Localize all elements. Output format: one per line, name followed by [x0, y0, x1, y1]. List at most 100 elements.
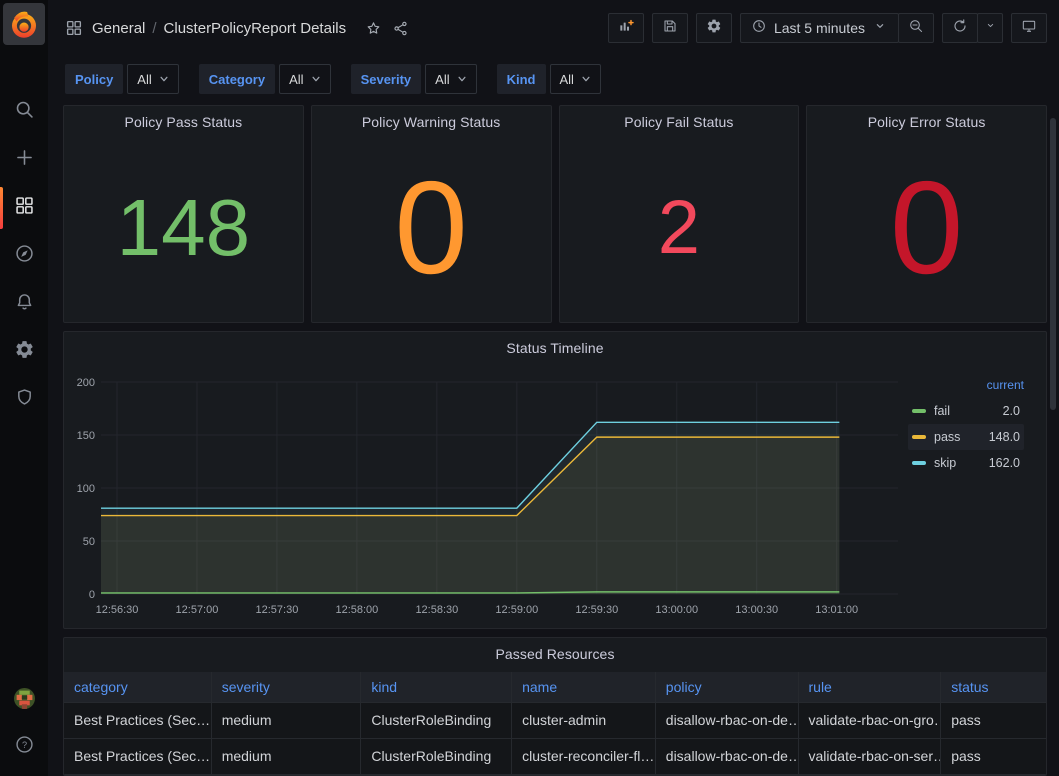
share-icon[interactable] — [392, 20, 409, 37]
sidebar-bottom: ? — [0, 678, 48, 770]
x-axis-tick: 12:57:00 — [176, 604, 219, 616]
sidebar-item-create[interactable] — [0, 136, 48, 184]
x-axis-tick: 13:00:30 — [735, 604, 778, 616]
time-range-label: Last 5 minutes — [774, 20, 865, 36]
stat-panel-2: Policy Fail Status2 — [559, 105, 800, 323]
grafana-logo-button[interactable] — [0, 0, 48, 48]
y-axis-tick: 0 — [89, 589, 95, 601]
zoom-out-time-button[interactable] — [898, 13, 934, 43]
page-scrollbar-thumb[interactable] — [1050, 118, 1056, 410]
compass-icon — [14, 243, 35, 269]
clock-icon — [751, 18, 767, 39]
table-header-cell-status[interactable]: status — [941, 672, 1046, 702]
stat-panel-3: Policy Error Status 0 — [806, 105, 1047, 323]
search-icon — [14, 99, 35, 125]
refresh-interval-dropdown[interactable] — [977, 13, 1003, 43]
filter-group-category: CategoryAll — [199, 64, 331, 94]
table-header-cell-severity[interactable]: severity — [212, 672, 362, 702]
table-header-cell-kind[interactable]: kind — [361, 672, 512, 702]
table-cell: cluster-reconciler-fl… — [512, 739, 656, 774]
sidebar-item-dashboards[interactable] — [0, 184, 48, 232]
sidebar-item-server-admin[interactable] — [0, 376, 48, 424]
filter-label: Policy — [65, 64, 123, 94]
page-header: General / ClusterPolicyReport Details — [48, 0, 1059, 56]
table-header-cell-policy[interactable]: policy — [656, 672, 799, 702]
table-header-cell-name[interactable]: name — [512, 672, 656, 702]
refresh-group — [942, 13, 1003, 43]
filter-group-severity: SeverityAll — [351, 64, 477, 94]
legend-series-name: pass — [934, 430, 960, 444]
filter-value-dropdown[interactable]: All — [279, 64, 330, 94]
page-title: ClusterPolicyReport Details — [164, 20, 347, 37]
filter-group-kind: KindAll — [497, 64, 601, 94]
breadcrumb-folder[interactable]: General — [92, 20, 145, 37]
table-cell: cluster-admin — [512, 703, 656, 738]
table-row: Best Practices (Sec…mediumClusterRoleBin… — [64, 738, 1046, 774]
stat-value: 148 — [64, 134, 303, 322]
legend-value-header[interactable]: current — [908, 378, 1024, 392]
star-icon[interactable] — [365, 20, 382, 37]
table-cell: validate-rbac-on-ser… — [799, 739, 942, 774]
filter-label: Category — [199, 64, 275, 94]
panel-title: Status Timeline — [64, 332, 1046, 356]
y-axis-tick: 150 — [77, 430, 95, 442]
timeline-chart: 05010015020012:56:3012:57:0012:57:3012:5… — [72, 366, 908, 626]
status-timeline-panel: Status Timeline 05010015020012:56:3012:5… — [63, 331, 1047, 629]
monitor-icon — [1021, 18, 1037, 39]
timeline-plot: 05010015020012:56:3012:57:0012:57:3012:5… — [72, 366, 908, 628]
panel-title: Policy Error Status — [807, 106, 1046, 130]
time-range-picker[interactable]: Last 5 minutes — [740, 13, 899, 43]
x-axis-tick: 12:59:00 — [495, 604, 538, 616]
gear-icon — [14, 339, 35, 365]
filter-selected-value: All — [137, 72, 151, 87]
plus-icon — [14, 147, 35, 173]
dashboard-grid-icon — [65, 19, 83, 37]
table-cell: ClusterRoleBinding — [361, 703, 512, 738]
x-axis-tick: 13:01:00 — [815, 604, 858, 616]
sidebar-nav — [0, 88, 48, 424]
sidebar-item-search[interactable] — [0, 88, 48, 136]
y-axis-tick: 100 — [77, 483, 95, 495]
sidebar-item-configuration[interactable] — [0, 328, 48, 376]
passed-resources-panel: Passed Resources categoryseveritykindnam… — [63, 637, 1047, 776]
resources-table: categoryseveritykindnamepolicyrulestatus… — [64, 672, 1046, 776]
chevron-down-icon — [457, 72, 467, 87]
sidebar-item-alerting[interactable] — [0, 280, 48, 328]
sidebar-item-explore[interactable] — [0, 232, 48, 280]
table-cell: validate-rbac-on-gro… — [799, 703, 942, 738]
x-axis-tick: 12:58:30 — [415, 604, 458, 616]
dashboard-settings-button[interactable] — [696, 13, 732, 43]
table-header-cell-category[interactable]: category — [64, 672, 212, 702]
filter-value-dropdown[interactable]: All — [550, 64, 601, 94]
add-panel-button[interactable] — [608, 13, 644, 43]
stat-value: 2 — [560, 134, 799, 322]
legend-row-fail[interactable]: fail2.0 — [908, 398, 1024, 424]
table-body: Best Practices (Sec…mediumClusterRoleBin… — [64, 702, 1046, 774]
x-axis-tick: 12:57:30 — [256, 604, 299, 616]
sidebar-item-profile[interactable] — [0, 678, 48, 724]
x-axis-tick: 12:56:30 — [96, 604, 139, 616]
save-dashboard-button[interactable] — [652, 13, 688, 43]
stat-value: 0 — [807, 134, 1046, 322]
legend-row-pass[interactable]: pass148.0 — [908, 424, 1024, 450]
refresh-icon — [952, 18, 968, 39]
panel-title: Policy Warning Status — [312, 106, 551, 130]
cycle-view-mode-button[interactable] — [1011, 13, 1047, 43]
main-area: General / ClusterPolicyReport Details — [48, 0, 1059, 776]
legend-row-skip[interactable]: skip162.0 — [908, 450, 1024, 476]
chevron-down-icon — [159, 72, 169, 87]
table-cell: Best Practices (Sec… — [64, 739, 212, 774]
refresh-button[interactable] — [942, 13, 978, 43]
dashboards-grid-icon — [14, 195, 35, 221]
table-cell: disallow-rbac-on-de… — [656, 739, 799, 774]
save-icon — [662, 18, 678, 39]
sidebar-item-help[interactable]: ? — [0, 724, 48, 770]
filter-value-dropdown[interactable]: All — [425, 64, 476, 94]
filter-value-dropdown[interactable]: All — [127, 64, 178, 94]
stat-panel-0: Policy Pass Status148 — [63, 105, 304, 323]
table-header-cell-rule[interactable]: rule — [799, 672, 942, 702]
table-cell: pass — [941, 703, 1046, 738]
stat-row: Policy Pass Status148 Policy Warning Stat… — [63, 105, 1047, 323]
chevron-down-icon — [311, 72, 321, 87]
table-cell: medium — [212, 703, 362, 738]
